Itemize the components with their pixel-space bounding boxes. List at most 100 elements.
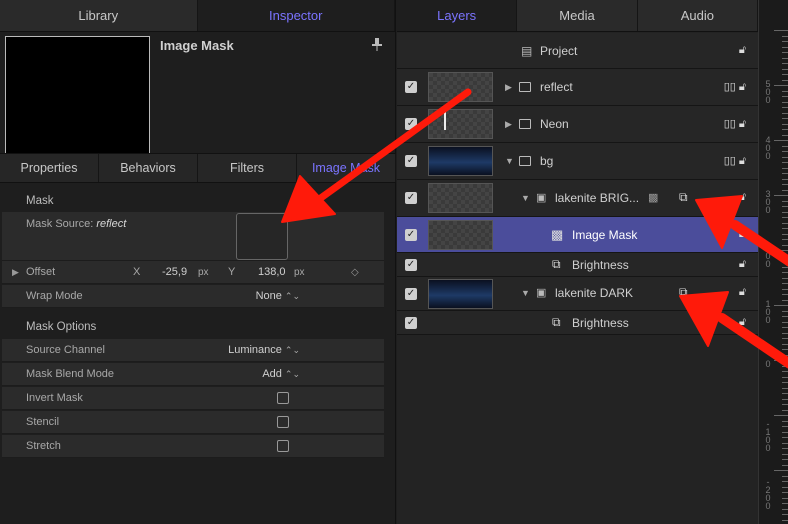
ruler-label: 200	[765, 243, 771, 269]
stretch-checkbox[interactable]	[277, 440, 289, 452]
neon-mark	[444, 112, 446, 130]
ruler-tick	[782, 519, 788, 521]
layer-row-brightness-2[interactable]: ✓ ⧉ Brightness 🔓︎	[397, 311, 758, 335]
ruler-tick	[782, 288, 788, 290]
disclosure-triangle-icon[interactable]: ▶	[505, 82, 512, 93]
disclosure-open-icon[interactable]: ▼	[521, 193, 530, 203]
disclosure-triangle-icon[interactable]: ▶	[505, 119, 512, 130]
source-channel-select[interactable]: Luminance ⌃⌄	[228, 344, 300, 356]
ruler-tick	[782, 459, 788, 460]
ruler-tick	[782, 134, 788, 136]
layer-checkbox[interactable]: ✓	[405, 118, 417, 130]
mask-icon: ▩	[551, 227, 564, 242]
ruler-tick	[782, 426, 788, 427]
image-icon: ▣	[536, 287, 547, 299]
layer-row-brightness-1[interactable]: ✓ ⧉ Brightness 🔓︎	[397, 253, 758, 277]
blend-mode-label: Mask Blend Mode	[26, 368, 115, 380]
ruler-tick	[782, 123, 788, 125]
chevron-updown-icon: ⌃⌄	[284, 369, 300, 379]
layer-checkbox[interactable]: ✓	[405, 192, 417, 204]
offset-label: Offset	[26, 266, 56, 278]
subtab-image-mask[interactable]: Image Mask	[297, 154, 396, 182]
keyframe-icon[interactable]: ◇	[351, 267, 359, 278]
tab-audio[interactable]: Audio	[638, 0, 758, 31]
layer-row-image-mask[interactable]: ✓ ▩ Image Mask 🔓︎	[397, 217, 758, 253]
lock-icon[interactable]: 🔓︎	[739, 44, 746, 57]
layer-checkbox[interactable]: ✓	[405, 229, 417, 241]
blend-mode-select[interactable]: Add ⌃⌄	[262, 368, 300, 380]
wrap-mode-select[interactable]: None ⌃⌄	[256, 290, 300, 302]
layer-checkbox[interactable]: ✓	[405, 155, 417, 167]
ruler-tick	[782, 453, 788, 455]
subtab-behaviors[interactable]: Behaviors	[99, 154, 198, 182]
layer-thumbnail	[428, 72, 493, 102]
filter-badge-icon[interactable]: ⧉	[679, 190, 688, 205]
layer-row-bg[interactable]: ✓ ▼ bg ▯▯ 🔓︎	[397, 143, 758, 180]
ruler-tick	[782, 261, 788, 262]
tab-inspector[interactable]: Inspector	[197, 0, 395, 31]
tab-layers[interactable]: Layers	[397, 0, 518, 31]
ruler-tick	[782, 206, 788, 207]
ruler-tick	[782, 393, 788, 394]
ruler-tick	[782, 464, 788, 466]
tab-media[interactable]: Media	[517, 0, 638, 31]
layers-panel: Layers Media Audio ▤ Project 🔓︎ ✓ ▶ refl…	[397, 0, 758, 524]
ruler-tick	[782, 481, 788, 482]
stencil-checkbox[interactable]	[277, 416, 289, 428]
invert-mask-checkbox[interactable]	[277, 392, 289, 404]
lock-icon[interactable]: 🔓︎	[739, 316, 746, 329]
subtab-properties[interactable]: Properties	[0, 154, 99, 182]
timing-ruler[interactable]: 500 400 300 200 100 0 -100 -200	[758, 0, 788, 524]
disclosure-open-icon[interactable]: ▼	[521, 288, 530, 298]
tab-library[interactable]: Library	[0, 0, 198, 31]
layer-name: Brightness	[572, 258, 629, 272]
ruler-tick	[782, 63, 788, 64]
ruler-tick	[782, 184, 788, 185]
ruler-tick	[782, 244, 788, 246]
offset-x-field[interactable]: -25,9	[162, 266, 187, 278]
layer-checkbox[interactable]: ✓	[405, 81, 417, 93]
ruler-tick	[782, 41, 788, 42]
ruler-tick	[782, 404, 788, 405]
layer-checkbox[interactable]: ✓	[405, 259, 417, 271]
mask-and-lock-icon[interactable]: ▯▯ 🔓︎	[724, 80, 746, 94]
source-channel-label: Source Channel	[26, 344, 105, 356]
lock-icon[interactable]: 🔓︎	[739, 228, 746, 241]
layer-row-lakenite-bright[interactable]: ✓ ▼ ▣ lakenite BRIG... ▩ ⧉ 🔓︎	[397, 180, 758, 217]
invert-mask-label: Invert Mask	[26, 392, 83, 404]
mask-source-well[interactable]	[236, 213, 288, 260]
ruler-tick	[782, 365, 788, 367]
subtab-filters[interactable]: Filters	[198, 154, 297, 182]
blend-mode-row: Mask Blend Mode Add ⌃⌄	[2, 363, 384, 386]
mask-options-header: Mask Options	[26, 321, 97, 333]
ruler-tick	[782, 492, 788, 493]
left-tabbar: Library Inspector	[0, 0, 395, 32]
ruler-tick	[782, 431, 788, 433]
filter-badge-icon[interactable]: ⧉	[679, 285, 688, 300]
image-icon: ▣	[536, 192, 547, 204]
offset-y-field[interactable]: 138,0	[258, 266, 286, 278]
ruler-tick	[782, 178, 788, 180]
mask-and-lock-icon[interactable]: ▯▯ 🔓︎	[724, 154, 746, 168]
layer-row-project[interactable]: ▤ Project 🔓︎	[397, 33, 758, 69]
ruler-tick	[782, 129, 788, 130]
mask-and-lock-icon[interactable]: ▯▯ 🔓︎	[724, 117, 746, 131]
ruler-tick	[782, 338, 788, 339]
ruler-tick	[782, 497, 788, 499]
disclosure-open-icon[interactable]: ▼	[505, 156, 514, 166]
lock-icon[interactable]: 🔓︎	[739, 286, 746, 299]
lock-icon[interactable]: 🔓︎	[739, 191, 746, 204]
layer-row-neon[interactable]: ✓ ▶ Neon ▯▯ 🔓︎	[397, 106, 758, 143]
lock-icon[interactable]: 🔓︎	[739, 258, 746, 271]
layer-checkbox[interactable]: ✓	[405, 317, 417, 329]
layer-thumbnail	[428, 109, 493, 139]
group-icon	[519, 119, 531, 129]
layer-row-lakenite-dark[interactable]: ✓ ▼ ▣ lakenite DARK ⧉ 🔓︎	[397, 277, 758, 311]
ruler-tick	[782, 316, 788, 317]
layer-checkbox[interactable]: ✓	[405, 288, 417, 300]
layer-row-reflect[interactable]: ✓ ▶ reflect ▯▯ 🔓︎	[397, 69, 758, 106]
disclosure-triangle-icon[interactable]: ▶	[12, 267, 19, 278]
pin-icon[interactable]	[372, 38, 382, 55]
offset-y-label: Y	[228, 266, 236, 278]
mask-source-row: Mask Source: reflect	[2, 212, 384, 261]
